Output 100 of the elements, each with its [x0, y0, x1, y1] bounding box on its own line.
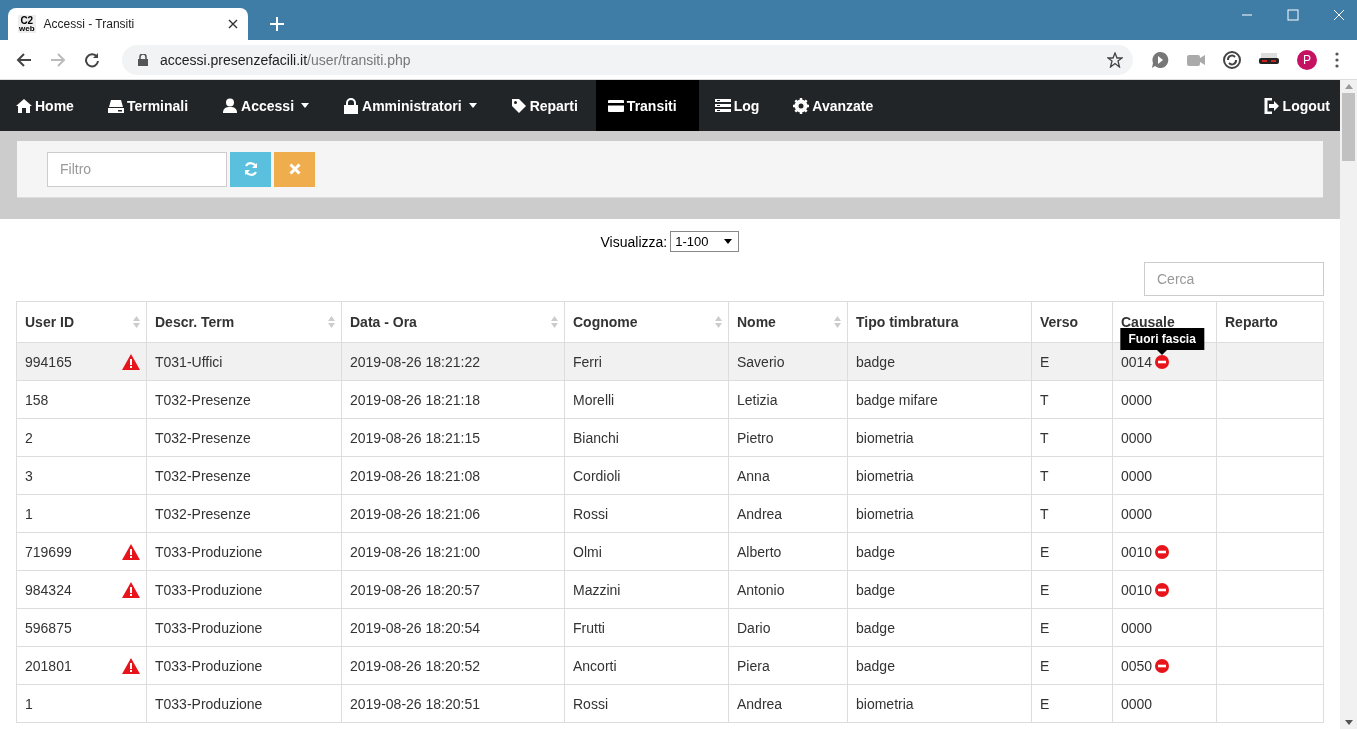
table-cell: 1 [25, 505, 33, 522]
menu-icon[interactable] [1335, 51, 1339, 68]
table-cell: Rossi [573, 505, 608, 522]
table-cell: Cordioli [573, 467, 621, 484]
table-cell: badge [856, 353, 895, 370]
table-cell: Andrea [737, 505, 783, 522]
table-cell: Saverio [737, 353, 785, 370]
table-cell: Piera [737, 657, 770, 674]
favicon: C2 web [18, 14, 36, 34]
column-header[interactable]: Cognome [564, 301, 729, 343]
column-header: Verso [1031, 301, 1113, 343]
table-row[interactable]: 158 T032-Presenze 2019-08-26 18:21:18 Morelli Letizia badge mifare T 0000 [16, 380, 1324, 419]
table-cell: 2019-08-26 18:21:06 [350, 505, 480, 522]
table-cell: E [1040, 543, 1050, 560]
nav-item[interactable]: Accessi [206, 80, 328, 131]
column-header[interactable]: User ID [16, 301, 147, 343]
table-cell: 201801 [25, 657, 72, 674]
nav-item[interactable]: Reparti [494, 80, 596, 131]
no-entry-icon[interactable] [1155, 544, 1170, 559]
table-cell: T033-Produzione [155, 619, 263, 636]
close-icon[interactable] [228, 19, 238, 29]
table-cell: E [1040, 657, 1050, 674]
table-cell: Bianchi [573, 429, 619, 446]
star-icon[interactable] [1107, 51, 1123, 68]
scrollbar-thumb[interactable] [1342, 93, 1355, 161]
table-cell: 0050 [1121, 657, 1153, 674]
search-field[interactable]: Cerca [1144, 262, 1324, 296]
table-cell: T [1040, 429, 1049, 446]
scroll-up-icon[interactable] [1344, 84, 1353, 89]
logout-icon [1263, 97, 1280, 114]
table-row[interactable]: 719699 T033-Produzione 2019-08-26 18:21:00 Olmi Alberto badge E 0010 [16, 532, 1324, 571]
column-header: Reparto [1216, 301, 1324, 343]
table-cell: 2019-08-26 18:21:18 [350, 391, 480, 408]
lock-icon [138, 53, 148, 66]
table-cell: T033-Produzione [155, 581, 263, 598]
table-cell: Frutti [573, 619, 605, 636]
table-cell: 0000 [1121, 429, 1153, 446]
nav-item[interactable]: Avanzate [777, 80, 892, 131]
column-header[interactable]: Nome [728, 301, 848, 343]
table-cell: 0000 [1121, 467, 1153, 484]
table-cell: biometria [856, 429, 914, 446]
table-cell: 2019-08-26 18:21:08 [350, 467, 480, 484]
table-cell: T032-Presenze [155, 391, 251, 408]
printer-icon [107, 97, 124, 114]
table-cell: T032-Presenze [155, 505, 251, 522]
table-cell: 2019-08-26 18:20:57 [350, 581, 480, 598]
page-size-select[interactable]: 1-100 [670, 231, 740, 252]
table-row[interactable]: 596875 T033-Produzione 2019-08-26 18:20:54 Frutti Dario badge E 0000 [16, 608, 1324, 647]
table-row[interactable]: 3 T032-Presenze 2019-08-26 18:21:08 Cordioli Anna biometria T 0000 [16, 456, 1324, 495]
profile-avatar[interactable]: P [1297, 49, 1317, 70]
card-icon [607, 97, 624, 114]
back-icon[interactable] [16, 51, 32, 68]
sync-icon[interactable] [1223, 50, 1241, 69]
tag-icon [510, 97, 527, 114]
table-cell: Pietro [737, 429, 774, 446]
table-cell: T [1040, 505, 1049, 522]
table-cell: biometria [856, 695, 914, 712]
filter-field[interactable]: Filtro [47, 151, 227, 187]
speech-bubble-icon[interactable] [1151, 50, 1169, 69]
table-cell: E [1040, 581, 1050, 598]
table-row[interactable]: 984324 T033-Produzione 2019-08-26 18:20:57 Mazzini Antonio badge E 0010 [16, 570, 1324, 609]
table-cell: E [1040, 353, 1050, 370]
table-row[interactable]: 1 T033-Produzione 2019-08-26 18:20:51 Rossi Andrea biometria E 0000 [16, 684, 1324, 723]
no-entry-icon[interactable] [1155, 658, 1170, 673]
table-cell: badge mifare [856, 391, 938, 408]
table-cell: Mazzini [573, 581, 621, 598]
new-tab-icon[interactable] [270, 17, 284, 31]
nav-item[interactable]: Log [698, 80, 778, 131]
nav-item[interactable]: Terminali [91, 80, 207, 131]
table-cell: Morelli [573, 391, 615, 408]
table-cell: badge [856, 657, 895, 674]
no-entry-icon[interactable] [1155, 582, 1170, 597]
logout-link[interactable]: Logout [1247, 80, 1340, 131]
table-cell: E [1040, 695, 1050, 712]
scroll-down-icon[interactable] [1344, 720, 1353, 725]
no-entry-icon[interactable] [1155, 354, 1170, 369]
column-header[interactable]: Descr. Term [146, 301, 342, 343]
address-bar[interactable]: accessi.presenzefacili.it/user/transiti.php [122, 44, 1133, 75]
table-cell: T [1040, 467, 1049, 484]
nav-item[interactable]: Transiti [595, 80, 699, 131]
tab-title: Accessi - Transiti [43, 17, 136, 31]
table-row[interactable]: 2 T032-Presenze 2019-08-26 18:21:15 Bianchi Pietro biometria T 0000 [16, 418, 1324, 457]
table-cell: Letizia [737, 391, 778, 408]
table-cell: T [1040, 391, 1049, 408]
table-cell: Alberto [737, 543, 782, 560]
table-row[interactable]: 1 T032-Presenze 2019-08-26 18:21:06 Rossi Andrea biometria T 0000 [16, 494, 1324, 533]
table-cell: 0000 [1121, 695, 1153, 712]
table-cell: Rossi [573, 695, 608, 712]
table-cell: Anna [737, 467, 770, 484]
mask-icon[interactable] [1259, 52, 1279, 67]
nav-item[interactable]: Home [0, 80, 92, 131]
table-cell: Olmi [573, 543, 602, 560]
refresh-icon [242, 161, 259, 177]
table-row[interactable]: 201801 T033-Produzione 2019-08-26 18:20:52 Ancorti Piera badge E 0050 [16, 646, 1324, 685]
table-cell: 0000 [1121, 505, 1153, 522]
camera-icon[interactable] [1187, 52, 1205, 67]
column-header[interactable]: Data - Ora [341, 301, 565, 343]
reload-icon[interactable] [84, 51, 100, 68]
nav-item[interactable]: Amministratori [327, 80, 495, 131]
maximize-icon[interactable] [1287, 9, 1299, 21]
